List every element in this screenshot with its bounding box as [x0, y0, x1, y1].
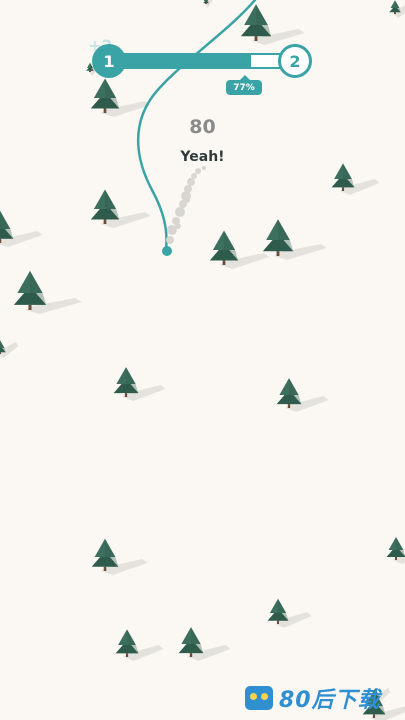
watermark: 80后下载 — [245, 684, 381, 713]
next-level-badge: 2 — [278, 44, 312, 78]
cassette-logo-icon — [245, 686, 273, 710]
snow-puff — [184, 185, 192, 193]
snow-puff — [191, 173, 197, 179]
snow-puff — [187, 178, 195, 186]
progress-percent-badge: 77% — [226, 75, 262, 95]
snow-puff — [175, 207, 185, 217]
pine-tree-icon — [91, 538, 119, 571]
pine-tree-icon — [331, 163, 355, 191]
game-screen[interactable]: +2 1 2 77% 80 Yeah! 80后下载 — [0, 0, 405, 720]
snow-puff — [166, 236, 174, 244]
progress-fill — [108, 55, 252, 67]
pine-tree-icon — [209, 230, 239, 265]
snow-puff — [202, 166, 206, 170]
progress-track — [106, 53, 296, 69]
pine-tree-icon — [90, 78, 120, 113]
snow-puff — [175, 223, 181, 229]
snow-puff — [195, 168, 201, 174]
snow-puff — [184, 197, 190, 203]
pine-tree-icon — [267, 598, 289, 624]
watermark-text: 80后下载 — [279, 688, 381, 713]
snow-spray — [166, 166, 206, 244]
skier-dot-icon — [162, 246, 172, 256]
cheer-text: Yeah! — [180, 149, 225, 165]
pine-tree-icon — [113, 367, 139, 397]
pine-tree-icon — [276, 378, 302, 408]
pine-tree-icon — [13, 270, 47, 310]
level-progress-bar: 1 2 — [92, 44, 312, 78]
pine-tree-icon — [262, 219, 294, 256]
pine-tree-icon — [0, 210, 14, 243]
score-counter: 80 — [189, 116, 216, 138]
pine-tree-icon — [386, 537, 405, 560]
ski-slope — [0, 0, 405, 720]
pine-tree-icon — [389, 0, 401, 14]
pine-tree-icon — [178, 627, 204, 657]
current-level-badge: 1 — [92, 44, 126, 78]
pine-tree-icon — [0, 340, 6, 354]
pine-tree-icon — [90, 189, 120, 224]
pine-tree-icon — [115, 629, 139, 657]
